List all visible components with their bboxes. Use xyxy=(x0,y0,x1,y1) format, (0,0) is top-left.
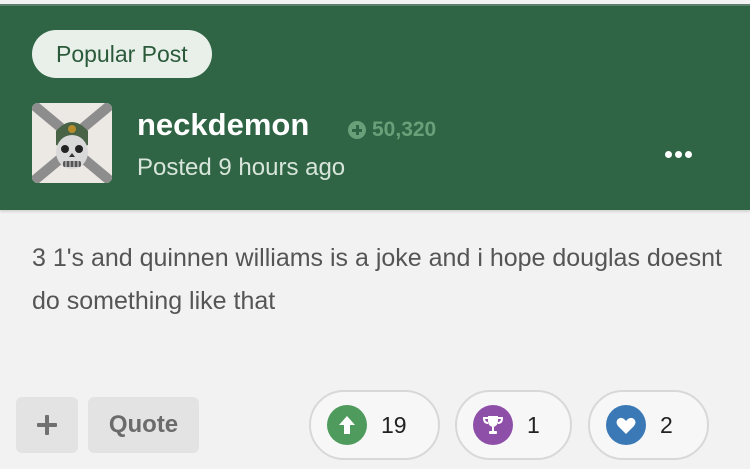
plus-circle-icon xyxy=(348,121,366,139)
dot-icon xyxy=(684,150,692,158)
heart-icon xyxy=(606,405,646,445)
add-button[interactable] xyxy=(16,397,78,453)
dot-icon xyxy=(674,150,682,158)
skull-avatar-icon xyxy=(32,103,112,183)
posted-time: Posted 9 hours ago xyxy=(137,154,346,181)
plus-icon xyxy=(37,415,57,435)
avatar[interactable] xyxy=(32,103,112,183)
author-name[interactable]: neckdemon xyxy=(137,107,309,143)
trophy-icon xyxy=(473,405,513,445)
like-reaction-button[interactable]: 2 xyxy=(588,390,709,460)
reputation-indicator: 50,320 xyxy=(348,117,436,143)
reputation-value: 50,320 xyxy=(372,118,437,141)
trophy-reaction-button[interactable]: 1 xyxy=(455,390,572,460)
like-count: 2 xyxy=(660,411,673,438)
quote-button[interactable]: Quote xyxy=(88,397,199,453)
post-header: Popular Post neckdemon 50,320 Posted 9 h… xyxy=(0,6,750,210)
upvote-reaction-button[interactable]: 19 xyxy=(309,390,440,460)
more-options-button[interactable] xyxy=(658,142,698,166)
popular-post-badge: Popular Post xyxy=(32,30,212,78)
upvote-count: 19 xyxy=(381,411,407,438)
trophy-count: 1 xyxy=(527,411,540,438)
upvote-arrow-icon xyxy=(327,405,367,445)
dot-icon xyxy=(664,150,672,158)
post-content: 3 1's and quinnen williams is a joke and… xyxy=(32,244,722,315)
